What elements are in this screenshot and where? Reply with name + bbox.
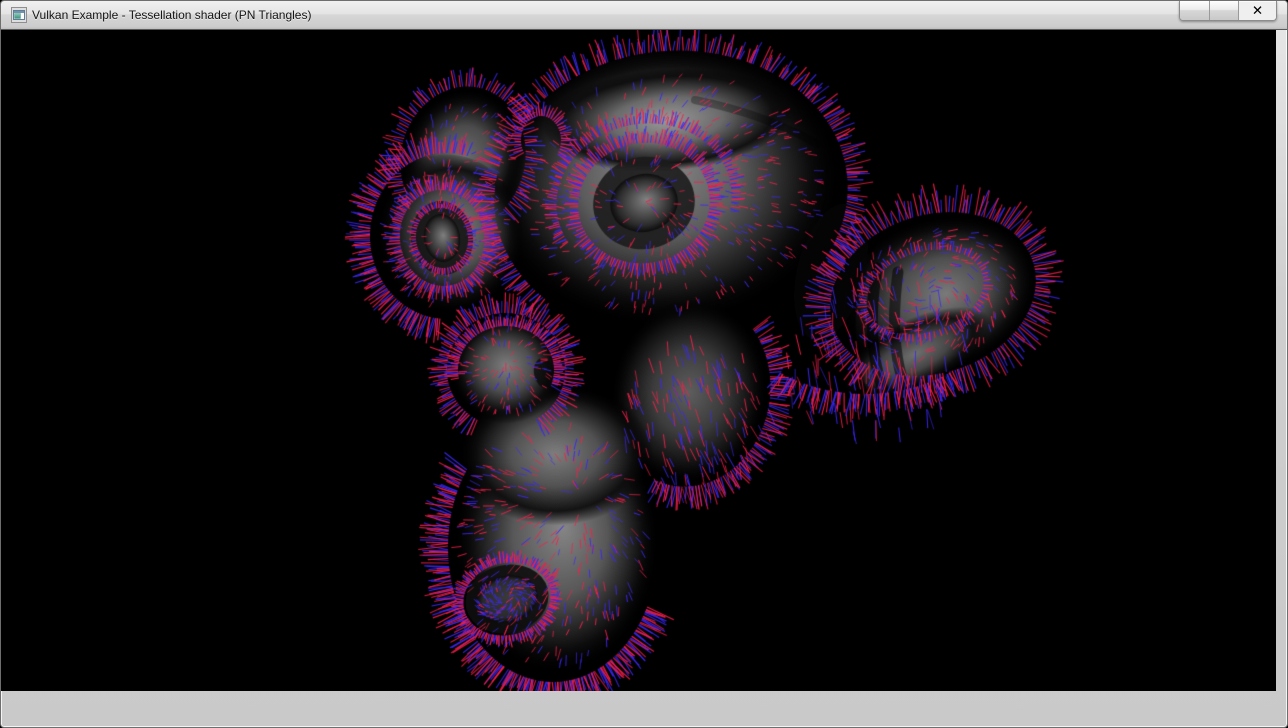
render-viewport[interactable] (1, 1, 1276, 691)
app-icon[interactable] (11, 7, 27, 23)
window-controls: ✕ (1179, 1, 1277, 21)
app-window: Vulkan Example - Tessellation shader (PN… (0, 0, 1288, 728)
minimize-button[interactable] (1180, 1, 1209, 20)
close-icon: ✕ (1252, 3, 1263, 19)
viewport-frame (1, 1, 1287, 696)
maximize-button[interactable] (1209, 1, 1238, 20)
window-title: Vulkan Example - Tessellation shader (PN… (32, 1, 311, 30)
close-button[interactable]: ✕ (1238, 1, 1276, 20)
titlebar[interactable]: Vulkan Example - Tessellation shader (PN… (1, 1, 1287, 30)
